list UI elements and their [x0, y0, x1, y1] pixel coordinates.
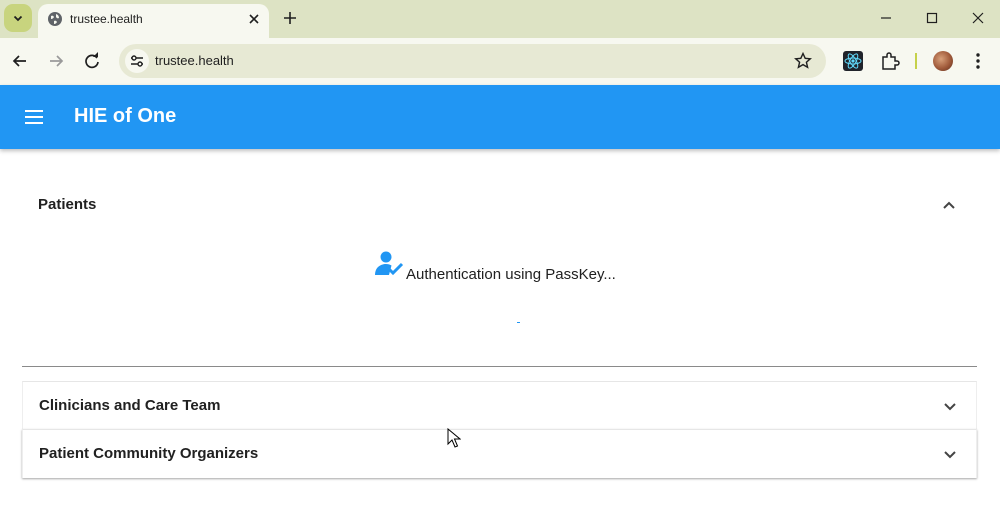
url-text[interactable]: trustee.health: [155, 53, 234, 68]
kebab-menu-icon[interactable]: [968, 51, 988, 71]
puzzle-icon[interactable]: [879, 50, 901, 72]
clinicians-accordion[interactable]: Clinicians and Care Team: [22, 381, 977, 430]
hamburger-menu-icon[interactable]: [22, 105, 46, 129]
avatar[interactable]: [933, 51, 953, 71]
tab-title: trustee.health: [70, 12, 143, 26]
minimize-icon[interactable]: [874, 6, 898, 30]
patients-accordion-header[interactable]: Patients: [22, 170, 977, 240]
section-title: Patient Community Organizers: [39, 445, 259, 462]
browser-tab-strip: trustee.health: [0, 0, 1000, 38]
star-outline-icon[interactable]: [793, 51, 813, 71]
chevron-up-icon[interactable]: [939, 195, 959, 215]
tune-icon: [131, 55, 143, 67]
react-devtools-extension[interactable]: [843, 51, 863, 71]
organizers-accordion[interactable]: Patient Community Organizers: [22, 429, 977, 478]
section-title: Clinicians and Care Team: [39, 397, 221, 414]
app-bar: HIE of One: [0, 85, 1000, 149]
arrow-right-icon[interactable]: [45, 50, 67, 72]
globe-icon: [48, 12, 62, 26]
react-devtools-icon: [844, 53, 862, 69]
address-bar[interactable]: trustee.health: [119, 44, 826, 78]
site-info-button[interactable]: [125, 49, 149, 73]
maximize-icon[interactable]: [920, 6, 944, 30]
auth-status-text: Authentication using PassKey...: [406, 266, 616, 283]
app-title: HIE of One: [74, 105, 177, 127]
loading-indicator: [517, 322, 520, 323]
close-icon[interactable]: [966, 6, 990, 30]
browser-tab[interactable]: trustee.health: [38, 4, 269, 38]
arrow-left-icon[interactable]: [9, 50, 31, 72]
section-title: Patients: [38, 196, 97, 213]
close-icon[interactable]: [246, 11, 262, 27]
patients-accordion: Patients Authentication using PassKey...: [22, 170, 977, 367]
reload-icon[interactable]: [81, 50, 103, 72]
tab-search-button[interactable]: [4, 4, 32, 32]
chevron-down-icon[interactable]: [940, 396, 960, 416]
chevron-down-icon[interactable]: [940, 444, 960, 464]
chevron-down-icon: [13, 15, 23, 22]
mouse-cursor-icon: [447, 428, 461, 448]
plus-icon[interactable]: [281, 9, 299, 27]
toolbar-separator: [915, 53, 917, 69]
person-check-icon: [375, 251, 404, 276]
